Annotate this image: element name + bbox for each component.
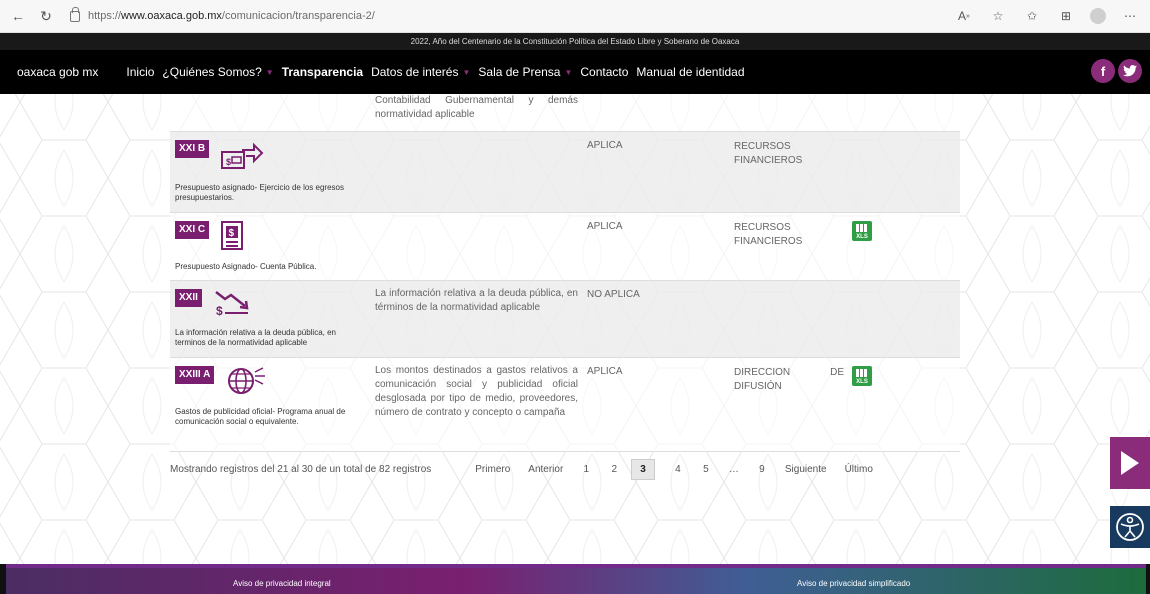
row-title[interactable]: Presupuesto asignado- Ejercicio de los e… [175,183,360,203]
nav-item-quienes-somos[interactable]: ¿Quiénes Somos? ▼ [162,65,273,79]
pagination-page-3-current[interactable]: 3 [631,458,655,480]
pagination: Mostrando registros del 21 al 30 de un t… [170,454,960,484]
read-aloud-icon[interactable]: A» [954,6,974,26]
nav-item-contacto[interactable]: Contacto [580,65,628,79]
address-bar[interactable]: https://www.oaxaca.gob.mx/comunicacion/t… [70,4,940,28]
twitter-icon[interactable] [1118,59,1142,83]
row-title[interactable]: Gastos de publicidad oficial- Programa a… [175,407,360,427]
pagination-page-5[interactable]: 5 [701,464,711,475]
row-area: RECURSOS FINANCIEROS [734,141,803,166]
accessibility-icon [1116,513,1144,541]
lock-icon [70,6,80,22]
collections-icon[interactable]: ⊞ [1056,6,1076,26]
announcement-text: 2022, Año del Centenario de la Constituc… [410,37,740,46]
site-brand[interactable]: oaxaca gob mx [17,65,98,79]
row-description: Contabilidad Gubernamental y demás norma… [375,95,578,120]
table-row: XXI B $ Presupuesto asignado- Ejercicio … [170,132,960,213]
pagination-next-button[interactable]: Siguiente [785,464,827,475]
favorites-icon[interactable]: ✩ [1022,6,1042,26]
main-content: Contabilidad Gubernamental y demás norma… [0,94,1150,564]
row-aplica: NO APLICA [587,289,640,300]
social-links: f [1088,59,1142,83]
facebook-icon[interactable]: f [1091,59,1115,83]
nav-item-manual-de-identidad[interactable]: Manual de identidad [636,65,744,79]
site-navigation: oaxaca gob mx Inicio ¿Quiénes Somos? ▼ Tr… [0,50,1150,94]
privacy-simplified-link[interactable]: Aviso de privacidad simplificado [797,579,910,588]
row-area: DIRECCION DE DIFUSIÓN [734,367,844,392]
row-aplica: APLICA [587,140,623,151]
xls-download-icon[interactable]: XLS [852,221,872,241]
caret-down-icon: ▼ [564,67,573,77]
browser-toolbar: ← ↻ https://www.oaxaca.gob.mx/comunicaci… [0,0,1150,33]
table-row: XXIII A Gastos de publicidad oficial- Pr… [170,358,960,452]
profile-avatar[interactable] [1090,8,1106,24]
pagination-page-1[interactable]: 1 [581,464,591,475]
announcement-strip: 2022, Año del Centenario de la Constituc… [0,33,1150,50]
footer-inner [6,568,1146,594]
privacy-integral-link[interactable]: Aviso de privacidad integral [233,579,331,588]
nav-item-inicio[interactable]: Inicio [126,65,154,79]
nav-item-datos-de-interes[interactable]: Datos de interés ▼ [371,65,470,79]
url-text[interactable]: https://www.oaxaca.gob.mx/comunicacion/t… [88,10,375,22]
globe-megaphone-icon [225,366,269,401]
svg-text:$: $ [228,228,234,239]
play-button[interactable] [1110,437,1150,489]
fraction-badge[interactable]: XXIII A [175,366,215,384]
row-description: Los montos destinados a gastos relativos… [375,365,578,418]
money-transfer-icon: $ [220,140,264,177]
fraction-badge[interactable]: XXI C [175,221,210,239]
pagination-ellipsis: … [728,463,739,475]
row-area: RECURSOS FINANCIEROS [734,222,803,247]
back-arrow-icon[interactable]: ← [8,6,28,26]
pagination-prev-button[interactable]: Anterior [528,464,563,475]
caret-down-icon: ▼ [265,67,274,77]
table-row: XXI C $ Presupuesto Asignado- Cuenta Púb… [170,213,960,281]
refresh-icon[interactable]: ↻ [36,6,56,26]
table-row: Contabilidad Gubernamental y demás norma… [170,94,960,132]
caret-down-icon: ▼ [462,67,471,77]
add-favorite-icon[interactable]: ☆ [988,6,1008,26]
budget-document-icon: $ [220,221,244,256]
footer: Aviso de privacidad integral Aviso de pr… [0,564,1150,594]
fraction-badge[interactable]: XXI B [175,140,210,158]
more-options-icon[interactable]: ⋯ [1120,6,1140,26]
row-title[interactable]: Presupuesto Asignado- Cuenta Pública. [175,262,360,272]
pagination-first-button[interactable]: Primero [475,464,510,475]
fraction-badge[interactable]: XXII [175,289,202,307]
transparency-table: Contabilidad Gubernamental y demás norma… [170,94,960,480]
row-title[interactable]: La información relativa a la deuda públi… [175,328,360,348]
pagination-last-button[interactable]: Último [845,464,873,475]
svg-text:$: $ [216,304,223,317]
table-row: XXII $ La información relativa a la deud… [170,281,960,358]
row-aplica: APLICA [587,366,623,377]
pagination-info: Mostrando registros del 21 al 30 de un t… [170,463,432,475]
pagination-page-4[interactable]: 4 [673,464,683,475]
debt-decline-icon: $ [212,289,252,322]
svg-text:$: $ [226,157,231,167]
xls-download-icon[interactable]: XLS [852,366,872,386]
pagination-page-9[interactable]: 9 [757,464,767,475]
main-menu: Inicio ¿Quiénes Somos? ▼ Transparencia Da… [126,65,752,79]
nav-item-transparencia[interactable]: Transparencia [282,65,363,79]
row-aplica: APLICA [587,221,623,232]
row-description: La información relativa a la deuda públi… [375,288,578,313]
accessibility-button[interactable] [1110,506,1150,548]
pagination-page-2[interactable]: 2 [609,464,619,475]
nav-item-sala-de-prensa[interactable]: Sala de Prensa ▼ [478,65,572,79]
